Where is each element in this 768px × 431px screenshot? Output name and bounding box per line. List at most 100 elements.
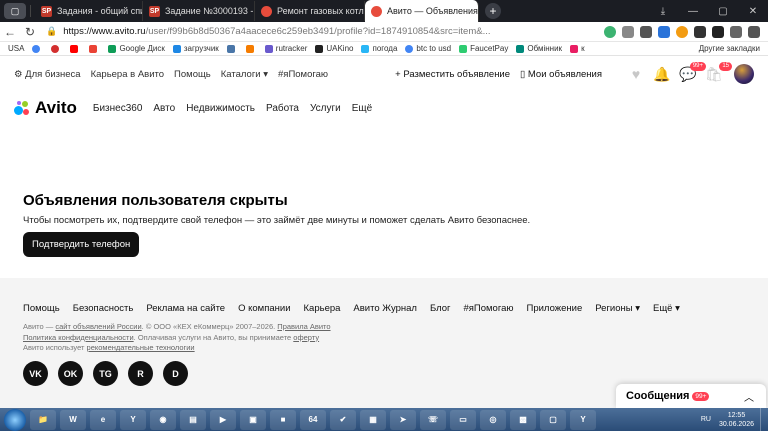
app-icon[interactable]: ▦: [360, 409, 386, 430]
bookmark-f[interactable]: [245, 44, 257, 53]
bookmark-loader[interactable]: загрузчик: [172, 44, 219, 53]
browser-tab[interactable]: Ремонт газовых котлов и: [255, 1, 365, 21]
extension-icon[interactable]: [730, 25, 742, 38]
back-icon[interactable]: ←: [0, 25, 20, 39]
help-link[interactable]: Помощь: [174, 69, 211, 80]
browser-tab[interactable]: SP Задание №3000193 - про: [143, 1, 255, 21]
nav-more[interactable]: Ещё: [352, 103, 372, 114]
bookmark-weather[interactable]: погода: [361, 44, 397, 53]
legal-link[interactable]: оферту: [293, 333, 319, 342]
browser-tab[interactable]: SP Задания - общий список: [35, 1, 143, 21]
regions-link[interactable]: Регионы ▾: [595, 303, 640, 314]
explorer-icon[interactable]: 📁: [30, 409, 56, 430]
app-icon[interactable]: ▢: [540, 409, 566, 430]
app-icon[interactable]: ✔: [330, 409, 356, 430]
telegram-icon[interactable]: TG: [93, 361, 118, 386]
app-icon[interactable]: ▤: [180, 409, 206, 430]
telegram-icon[interactable]: ➤: [390, 409, 416, 430]
app-icon[interactable]: ▭: [450, 409, 476, 430]
language-indicator[interactable]: RU: [701, 416, 711, 423]
nav-services[interactable]: Услуги: [310, 103, 341, 114]
legal-link[interactable]: Политика конфиденциальности: [23, 333, 134, 342]
bookmark-rutracker[interactable]: rutracker: [264, 44, 307, 53]
other-bookmarks[interactable]: Другие закладки: [699, 44, 760, 53]
dzen-icon[interactable]: D: [163, 361, 188, 386]
app-icon[interactable]: ▣: [240, 409, 266, 430]
tab-panel-icon[interactable]: ▢: [4, 3, 26, 19]
bookmark-google-drive[interactable]: Google Диск: [108, 44, 165, 53]
extension-icon[interactable]: [604, 25, 616, 38]
browser-tab-active[interactable]: Авито — Объявления и ✕: [365, 0, 479, 22]
bookmark-btc[interactable]: btc to usd: [405, 44, 451, 53]
bookmark-k[interactable]: к: [570, 44, 585, 53]
post-ad-link[interactable]: + Разместить объявление: [395, 69, 510, 80]
download-icon[interactable]: ⤓: [648, 0, 678, 22]
legal-link[interactable]: рекомендательные технологии: [87, 343, 195, 352]
odnoklassniki-icon[interactable]: OK: [58, 361, 83, 386]
footer-link[interactable]: #яПомогаю: [463, 303, 513, 314]
footer-link[interactable]: Помощь: [23, 303, 60, 314]
bookmark-opera[interactable]: [51, 44, 62, 53]
footer-link[interactable]: О компании: [238, 303, 290, 314]
extension-icon[interactable]: [640, 25, 652, 38]
start-button[interactable]: [4, 408, 26, 431]
extension-icon[interactable]: [622, 25, 634, 38]
footer-link[interactable]: Авито Журнал: [353, 303, 417, 314]
app-icon[interactable]: W: [60, 409, 86, 430]
bookmark-uakino[interactable]: UAKino: [315, 44, 353, 53]
my-ads-link[interactable]: ▯ Мои объявления: [520, 69, 602, 80]
bookmark-gmail[interactable]: [89, 44, 100, 53]
app-icon[interactable]: ◎: [480, 409, 506, 430]
ya-pomogayu-link[interactable]: #яПомогаю: [278, 69, 328, 80]
bookmark-vk[interactable]: [226, 44, 238, 53]
extension-icon[interactable]: [676, 25, 688, 38]
ie-icon[interactable]: e: [90, 409, 116, 430]
new-tab-button[interactable]: +: [485, 3, 501, 19]
bookmark-youtube[interactable]: [70, 44, 81, 53]
favorites-heart-icon[interactable]: ♥: [628, 66, 644, 82]
vk-icon[interactable]: VK: [23, 361, 48, 386]
reload-icon[interactable]: ↻: [20, 25, 40, 39]
avito-logo[interactable]: Avito: [14, 98, 77, 118]
confirm-phone-button[interactable]: Подтвердить телефон: [23, 232, 140, 257]
rutube-icon[interactable]: R: [128, 361, 153, 386]
show-desktop-button[interactable]: [760, 408, 768, 431]
messages-icon[interactable]: 💬 99+: [679, 62, 706, 82]
app-icon[interactable]: ▩: [510, 409, 536, 430]
maximize-icon[interactable]: ▢: [708, 0, 738, 22]
minimize-icon[interactable]: —: [678, 0, 708, 22]
bookmark-exchanger[interactable]: Обмінник: [516, 44, 562, 53]
nav-business360[interactable]: Бизнес360: [93, 103, 143, 114]
bookmark-faucetpay[interactable]: FaucetPay: [459, 44, 508, 53]
footer-link[interactable]: Безопасность: [73, 303, 134, 314]
career-link[interactable]: Карьера в Авито: [91, 69, 164, 80]
footer-link[interactable]: Реклама на сайте: [146, 303, 225, 314]
bookmark-usa[interactable]: USA: [8, 44, 24, 53]
chevron-up-icon[interactable]: ︿: [744, 389, 754, 404]
app-icon[interactable]: 64: [300, 409, 326, 430]
extension-icon[interactable]: [712, 25, 724, 38]
extension-icon[interactable]: [694, 25, 706, 38]
viber-icon[interactable]: ☏: [420, 409, 446, 430]
nav-jobs[interactable]: Работа: [266, 103, 299, 114]
notifications-bell-icon[interactable]: 🔔: [653, 66, 670, 82]
app-icon[interactable]: ■: [270, 409, 296, 430]
legal-link[interactable]: сайт объявлений России: [55, 322, 141, 331]
url-field[interactable]: 🔒 https://www.avito.ru /user/f99b6b8d503…: [40, 24, 604, 40]
app-icon[interactable]: ◉: [150, 409, 176, 430]
footer-link[interactable]: Блог: [430, 303, 451, 314]
clock[interactable]: 12:55 30.06.2026: [719, 411, 754, 429]
extension-icon[interactable]: [658, 25, 670, 38]
footer-link[interactable]: Карьера: [304, 303, 341, 314]
more-link[interactable]: Ещё ▾: [653, 303, 680, 314]
for-business-link[interactable]: ⚙ Для бизнеса: [14, 69, 81, 80]
close-window-icon[interactable]: ✕: [738, 0, 768, 22]
media-player-icon[interactable]: ▶: [210, 409, 236, 430]
nav-realty[interactable]: Недвижимость: [186, 103, 255, 114]
menu-icon[interactable]: [748, 25, 760, 38]
yandex-browser-icon[interactable]: Y: [120, 409, 146, 430]
legal-link[interactable]: Правила Авито: [277, 322, 330, 331]
cart-icon[interactable]: 🛍 15: [705, 62, 732, 82]
avatar[interactable]: [734, 64, 754, 84]
catalogs-link[interactable]: Каталоги ▾: [221, 69, 268, 80]
